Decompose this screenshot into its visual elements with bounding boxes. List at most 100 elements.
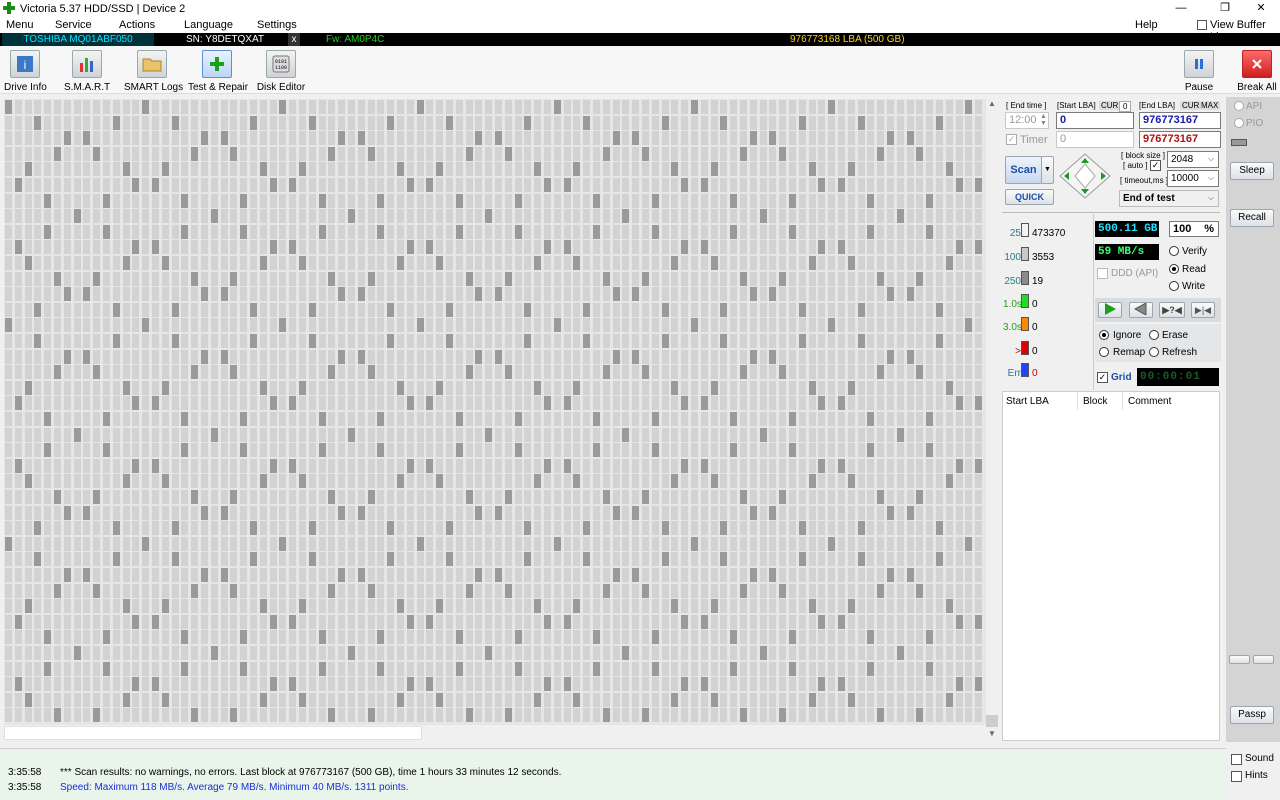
hscroll-thumb[interactable]	[4, 726, 422, 740]
view-buffer-checkbox[interactable]	[1197, 20, 1207, 30]
grid-vertical-scrollbar[interactable]: ▲ ▼	[986, 99, 998, 741]
col-block[interactable]: Block	[1083, 396, 1107, 407]
grid-block	[583, 256, 591, 270]
grid-block	[740, 162, 747, 177]
play-icon[interactable]	[1098, 302, 1122, 318]
grid-block	[671, 131, 679, 146]
grid-block	[857, 146, 865, 161]
menu-service[interactable]: Service	[55, 19, 92, 31]
grid-block	[406, 614, 414, 629]
grid-block	[553, 256, 561, 270]
grid-block	[710, 287, 718, 302]
grid-block	[181, 692, 189, 707]
drive-info-button[interactable]: i Drive Info	[4, 50, 47, 93]
grid-block	[789, 568, 796, 582]
hints-checkbox[interactable]	[1231, 771, 1242, 782]
break-all-button[interactable]: Break All	[1236, 50, 1278, 93]
skip-unknown-icon[interactable]: ▶?◀	[1159, 302, 1185, 318]
passp-button[interactable]: Passp	[1230, 706, 1274, 724]
start-cur-button[interactable]: CUR	[1099, 101, 1121, 110]
scan-dropdown-icon[interactable]: ▼	[1041, 156, 1054, 184]
end-lba-red-input[interactable]: 976773167	[1139, 131, 1221, 148]
grid-block	[367, 443, 375, 458]
grid-block	[93, 536, 101, 551]
device-model[interactable]: TOSHIBA MQ01ABF050	[2, 33, 154, 46]
pause-button[interactable]: Pause	[1182, 50, 1216, 93]
close-button[interactable]: ✕	[1246, 0, 1276, 17]
menu-menu[interactable]: Menu	[6, 19, 34, 31]
grid-block	[593, 505, 600, 520]
grid-block	[44, 162, 52, 177]
sound-checkbox[interactable]	[1231, 754, 1242, 765]
grid-block	[250, 349, 257, 364]
scan-button[interactable]: Scan	[1005, 156, 1042, 184]
grid-horizontal-scrollbar[interactable]	[4, 725, 986, 741]
timeout-chevron-down-icon[interactable]: ⌵	[1208, 173, 1214, 183]
smart-button[interactable]: S.M.A.R.T	[64, 50, 110, 93]
reverse-icon[interactable]	[1129, 302, 1153, 318]
timer-lba-input[interactable]: 0	[1056, 131, 1134, 148]
minimize-button[interactable]: —	[1166, 0, 1196, 17]
grid-block	[749, 583, 757, 598]
col-comment[interactable]: Comment	[1128, 396, 1171, 407]
start-lba-input[interactable]: 0	[1056, 112, 1134, 129]
grid-block	[210, 458, 218, 473]
smart-logs-button[interactable]: SMART Logs	[124, 50, 183, 93]
grid-block	[504, 380, 512, 395]
end-max-button[interactable]: MAX	[1199, 101, 1221, 110]
grid-block	[132, 661, 140, 676]
grid-block	[485, 209, 493, 224]
menu-settings[interactable]: Settings	[257, 19, 297, 31]
write-radio[interactable]	[1169, 281, 1179, 291]
grid-block	[328, 271, 336, 286]
small-right-button[interactable]	[1253, 655, 1274, 664]
device-close-button[interactable]: x	[288, 33, 300, 46]
end-action-chevron-down-icon[interactable]: ⌵	[1208, 193, 1214, 203]
skip-end-icon[interactable]: ▶|◀	[1191, 302, 1215, 318]
remap-radio[interactable]	[1099, 347, 1109, 357]
scroll-down-arrow-icon[interactable]: ▼	[986, 729, 998, 741]
grid-block	[426, 614, 434, 629]
timer-checkbox[interactable]: ✓	[1006, 134, 1017, 145]
auto-checkbox[interactable]: ✓	[1150, 160, 1161, 171]
grid-block	[475, 443, 483, 458]
end-action-select[interactable]: End of test	[1119, 190, 1219, 207]
end-lba-input[interactable]: 976773167	[1139, 112, 1221, 129]
verify-radio[interactable]	[1169, 246, 1179, 256]
grid-block	[436, 193, 444, 208]
ignore-radio[interactable]	[1099, 330, 1109, 340]
block-size-chevron-down-icon[interactable]: ⌵	[1208, 154, 1214, 164]
scroll-thumb[interactable]	[986, 715, 998, 727]
api-radio[interactable]	[1234, 101, 1244, 111]
small-left-button[interactable]	[1229, 655, 1250, 664]
direction-pad-icon[interactable]	[1058, 152, 1112, 200]
restore-button[interactable]: ❐	[1210, 0, 1240, 17]
grid-block	[916, 380, 924, 395]
grid-block	[857, 412, 865, 426]
grid-block	[54, 365, 61, 380]
grid-block	[152, 443, 159, 458]
quick-button[interactable]: QUICK	[1005, 189, 1054, 205]
scroll-up-arrow-icon[interactable]: ▲	[986, 99, 998, 111]
menu-language[interactable]: Language	[184, 19, 233, 31]
menu-help[interactable]: Help	[1135, 19, 1158, 31]
disk-editor-button[interactable]: 0101 1100 Disk Editor	[256, 50, 306, 93]
grid-checkbox[interactable]: ✓	[1097, 372, 1108, 383]
recall-button[interactable]: Recall	[1230, 209, 1274, 227]
sleep-button[interactable]: Sleep	[1230, 162, 1274, 180]
erase-radio[interactable]	[1149, 330, 1159, 340]
grid-block	[965, 131, 973, 146]
grid-block	[299, 458, 306, 473]
col-start-lba[interactable]: Start LBA	[1006, 396, 1049, 407]
time-spinner-icon[interactable]: ▲ ▼	[1040, 113, 1047, 127]
refresh-radio[interactable]	[1149, 347, 1159, 357]
grid-block	[24, 536, 32, 551]
test-repair-button[interactable]: Test & Repair	[188, 50, 248, 93]
grid-block	[740, 224, 747, 239]
grid-block	[446, 458, 453, 473]
read-radio[interactable]	[1169, 264, 1179, 274]
pio-radio[interactable]	[1234, 118, 1244, 128]
menu-actions[interactable]: Actions	[119, 19, 155, 31]
grid-block	[563, 302, 571, 317]
ddd-checkbox[interactable]	[1097, 268, 1108, 279]
